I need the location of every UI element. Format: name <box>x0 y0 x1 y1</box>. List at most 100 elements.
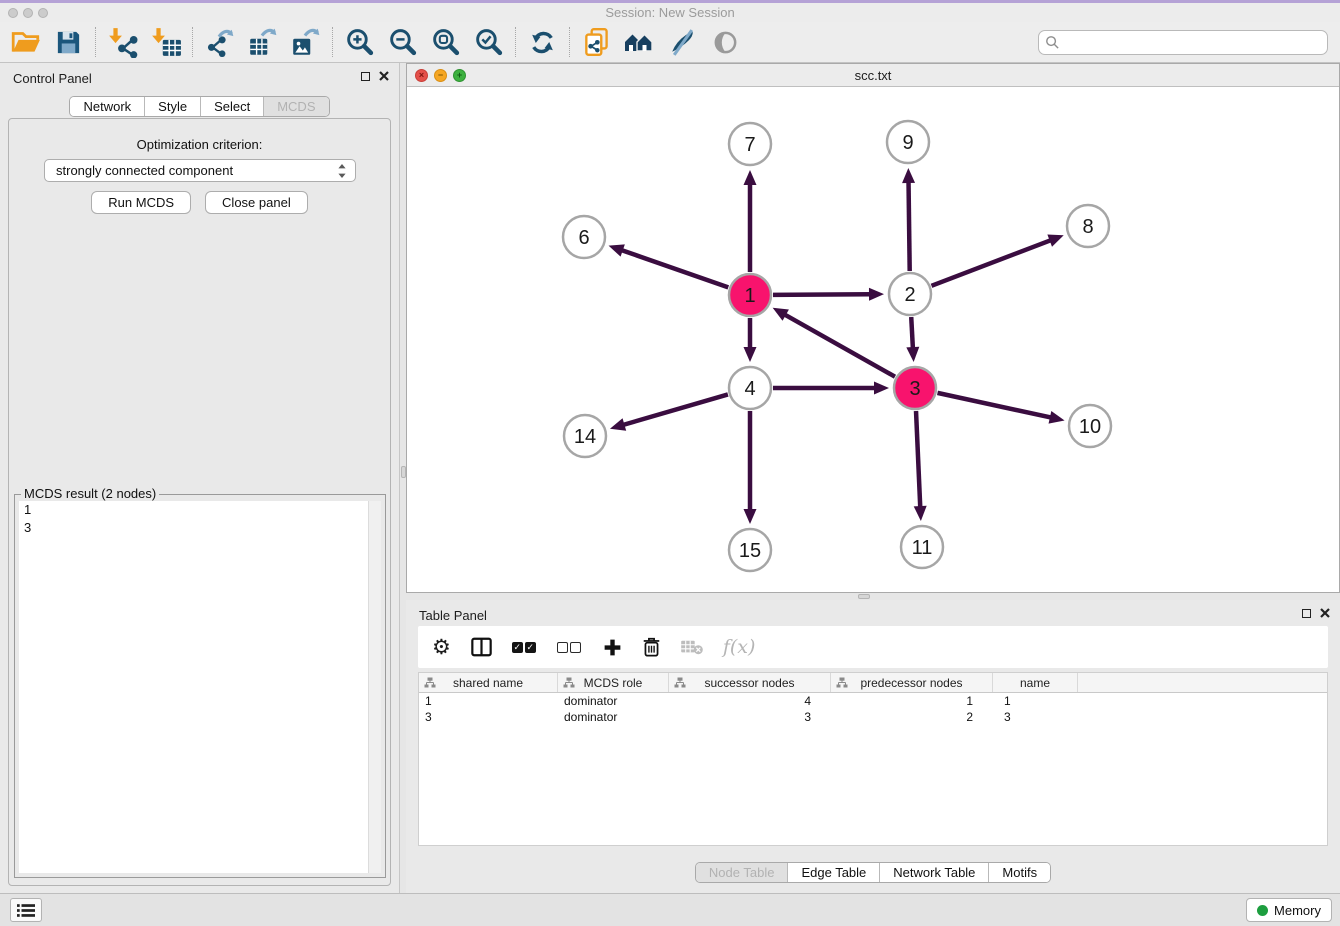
cell-predecessor-nodes[interactable]: 1 <box>831 693 993 709</box>
network-graph: 7968124314101511 <box>407 87 1339 592</box>
first-neighbors-button[interactable] <box>618 23 661 61</box>
apply-layout-button[interactable] <box>521 23 564 61</box>
mcds-result-item[interactable]: 1 <box>19 501 381 519</box>
mcds-result-list[interactable]: 1 3 <box>19 501 381 873</box>
main-toolbar <box>0 22 1340 63</box>
tab-network-table[interactable]: Network Table <box>879 863 988 882</box>
graph-edge-arrowhead <box>1049 411 1065 424</box>
network-window-header[interactable]: × − + scc.txt <box>407 64 1339 87</box>
graph-edge-arrowhead <box>1047 235 1063 247</box>
float-table-panel-icon[interactable] <box>1302 609 1311 618</box>
tab-select[interactable]: Select <box>200 97 263 116</box>
table-panel-tabbar: Node Table Edge Table Network Table Moti… <box>406 862 1340 883</box>
float-panel-icon[interactable] <box>361 72 370 81</box>
zoom-out-button[interactable] <box>381 23 424 61</box>
hierarchy-icon <box>563 677 575 688</box>
cell-shared-name[interactable]: 1 <box>419 693 558 709</box>
cell-successor-nodes[interactable]: 4 <box>669 693 831 709</box>
column-header-predecessor-nodes[interactable]: predecessor nodes <box>831 673 993 692</box>
search-input[interactable] <box>1038 30 1328 55</box>
zoom-in-button[interactable] <box>338 23 381 61</box>
table-row[interactable]: 1 dominator 4 1 1 <box>419 693 1327 709</box>
graph-node-label: 9 <box>902 132 913 154</box>
toggle-graphics-details-button[interactable] <box>661 23 704 61</box>
table-row[interactable]: 3 dominator 3 2 3 <box>419 709 1327 725</box>
tab-edge-table[interactable]: Edge Table <box>787 863 879 882</box>
export-network-button[interactable] <box>198 23 241 61</box>
result-scrollbar[interactable] <box>368 501 381 873</box>
horizontal-splitter-grip[interactable] <box>858 594 870 599</box>
cell-shared-name[interactable]: 3 <box>419 709 558 725</box>
tab-mcds[interactable]: MCDS <box>263 97 328 116</box>
add-column-button[interactable] <box>602 637 623 658</box>
close-panel-button[interactable]: Close panel <box>205 191 308 214</box>
graph-edge[interactable] <box>909 181 910 271</box>
tab-node-table[interactable]: Node Table <box>696 863 788 882</box>
table-toolbar: ⚙ ✓ ✓ <box>418 626 1328 668</box>
zoom-fit-selected-button[interactable] <box>424 23 467 61</box>
cell-name[interactable]: 3 <box>993 709 1078 725</box>
deselect-all-button[interactable] <box>557 642 583 653</box>
table-settings-button[interactable]: ⚙ <box>432 637 451 658</box>
graph-edge[interactable] <box>773 294 871 295</box>
memory-label: Memory <box>1274 903 1321 918</box>
zoom-fit-all-button[interactable] <box>467 23 510 61</box>
tab-network[interactable]: Network <box>70 97 144 116</box>
show-columns-button[interactable] <box>470 636 493 658</box>
graph-edge[interactable] <box>916 411 920 508</box>
search-icon <box>1045 35 1060 50</box>
mcds-result-title: MCDS result (2 nodes) <box>21 486 159 501</box>
export-table-button[interactable] <box>241 23 284 61</box>
column-label: successor nodes <box>704 676 794 690</box>
import-network-button[interactable] <box>101 23 144 61</box>
plus-icon <box>602 637 623 658</box>
column-header-name[interactable]: name <box>993 673 1078 692</box>
graph-node-label: 8 <box>1082 216 1093 238</box>
open-session-button[interactable] <box>4 23 47 61</box>
table-panel: Table Panel ⚙ ✓ ✓ <box>406 600 1340 893</box>
graph-edge[interactable] <box>937 393 1051 418</box>
node-table[interactable]: shared name MCDS role successor nodes pr… <box>418 672 1328 846</box>
columns-icon <box>470 636 493 658</box>
toggle-bird-view-button[interactable] <box>704 23 747 61</box>
column-header-successor-nodes[interactable]: successor nodes <box>669 673 831 692</box>
delete-column-button[interactable] <box>642 636 661 658</box>
graph-node-label: 1 <box>744 285 755 307</box>
cell-predecessor-nodes[interactable]: 2 <box>831 709 993 725</box>
window-title: Session: New Session <box>0 5 1340 20</box>
graph-edge[interactable] <box>784 314 895 377</box>
close-table-panel-icon[interactable] <box>1320 608 1330 618</box>
export-image-button[interactable] <box>284 23 327 61</box>
cell-mcds-role[interactable]: dominator <box>558 709 669 725</box>
save-session-button[interactable] <box>47 23 90 61</box>
graph-edge-arrowhead <box>744 347 757 362</box>
mcds-result-item[interactable]: 3 <box>19 519 381 537</box>
select-all-button[interactable]: ✓ ✓ <box>512 642 538 653</box>
graph-edge[interactable] <box>911 317 913 349</box>
export-network-icon <box>204 26 236 58</box>
tab-motifs[interactable]: Motifs <box>988 863 1050 882</box>
cell-successor-nodes[interactable]: 3 <box>669 709 831 725</box>
graph-edge[interactable] <box>621 250 728 288</box>
horizontal-splitter[interactable] <box>406 593 1340 600</box>
clone-network-button[interactable] <box>575 23 618 61</box>
cell-mcds-role[interactable]: dominator <box>558 693 669 709</box>
cell-name[interactable]: 1 <box>993 693 1078 709</box>
tab-style[interactable]: Style <box>144 97 200 116</box>
vertical-splitter-grip[interactable] <box>401 466 406 478</box>
graph-edge[interactable] <box>622 394 727 425</box>
checkbox-checked-icon: ✓ <box>512 642 523 653</box>
memory-button[interactable]: Memory <box>1246 898 1332 922</box>
task-history-button[interactable] <box>10 898 42 922</box>
column-header-mcds-role[interactable]: MCDS role <box>558 673 669 692</box>
function-builder-button-disabled: f(x) <box>723 636 756 658</box>
close-panel-icon[interactable] <box>379 71 389 81</box>
import-table-button[interactable] <box>144 23 187 61</box>
run-mcds-button[interactable]: Run MCDS <box>91 191 191 214</box>
criterion-dropdown[interactable]: strongly connected component <box>44 159 356 182</box>
graph-edge[interactable] <box>931 240 1051 286</box>
delete-table-button-disabled <box>680 638 704 656</box>
table-panel-title: Table Panel <box>419 608 487 623</box>
network-canvas[interactable]: 7968124314101511 <box>407 87 1339 592</box>
column-header-shared-name[interactable]: shared name <box>419 673 558 692</box>
